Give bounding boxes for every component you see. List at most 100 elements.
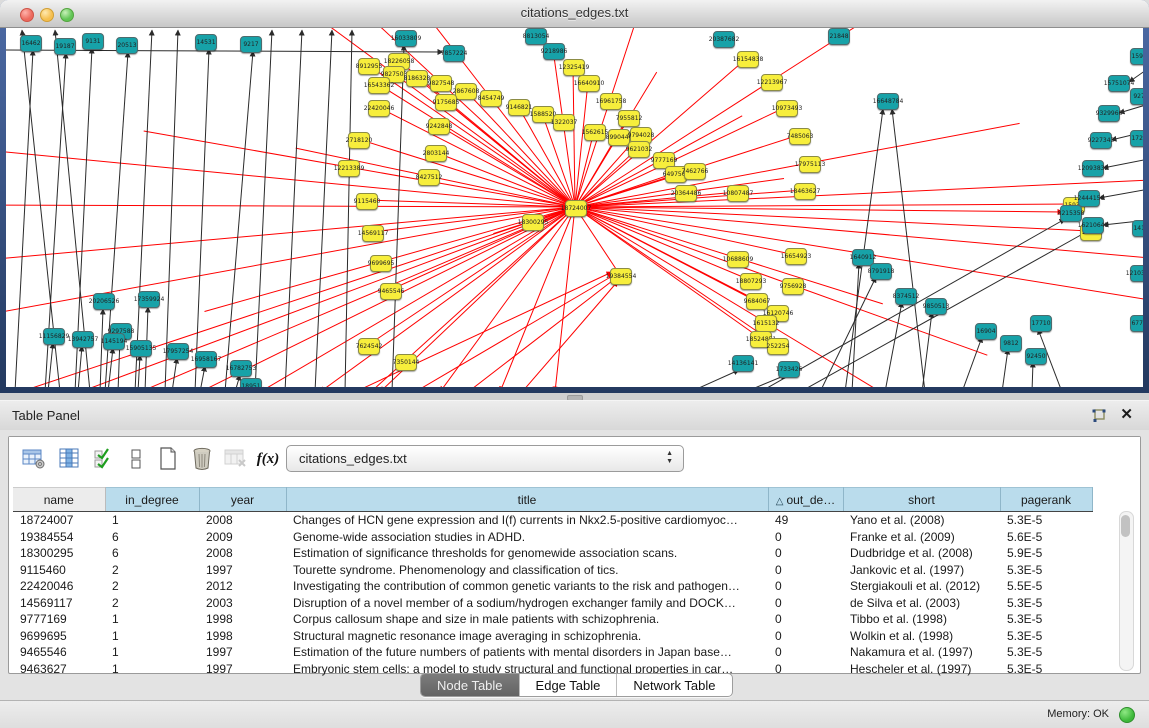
table-row[interactable]: 1872400712008Changes of HCN gene express… [13,512,1092,529]
tab-network-table[interactable]: Network Table [617,674,731,696]
row-height-icon[interactable] [123,446,149,472]
table-scrollbar[interactable] [1119,511,1134,671]
graph-node[interactable]: 20513 [116,37,138,54]
graph-node[interactable]: 9273 [1130,88,1143,105]
graph-node[interactable]: 9684067 [746,293,768,310]
graph-node[interactable]: 10973493 [776,100,798,117]
graph-node[interactable]: 1733426 [778,361,800,378]
graph-node[interactable]: 16961758 [600,93,622,110]
graph-node[interactable]: 9465546 [380,283,402,300]
graph-node[interactable]: 9850513 [925,298,947,315]
network-canvas[interactable]: 1872400789129551822605898275031654336281… [6,28,1143,387]
graph-node[interactable]: 17274 [1130,130,1143,147]
function-builder-icon[interactable]: f(x) [255,446,281,472]
graph-node[interactable]: 20206526 [93,293,115,310]
graph-node[interactable]: 7485063 [789,128,811,145]
graph-node[interactable]: 16543362 [368,77,390,94]
graph-node[interactable]: 16648784 [877,93,899,110]
graph-node[interactable]: 17359924 [138,291,160,308]
column-header-year[interactable]: year [199,488,286,512]
graph-node[interactable]: 17975113 [799,156,821,173]
float-panel-icon[interactable] [1091,408,1107,424]
graph-node[interactable]: 14154 [1132,220,1143,237]
tab-edge-table[interactable]: Edge Table [520,674,618,696]
graph-node[interactable]: 18463627 [794,183,816,200]
graph-node[interactable]: 19384554 [610,268,632,285]
column-chooser-icon[interactable] [57,446,83,472]
graph-node[interactable]: 7350144 [395,354,417,371]
graph-node[interactable]: 8813054 [525,28,547,45]
graph-node[interactable]: 14569117 [362,225,384,242]
graph-node[interactable]: 7624542 [358,338,380,355]
graph-node[interactable]: 22420046 [368,100,390,117]
table-row[interactable]: 969969511998Structural magnetic resonanc… [13,628,1092,645]
graph-node[interactable]: 12444158 [1078,190,1100,207]
delete-table-icon[interactable] [189,446,215,472]
graph-node[interactable]: 18807293 [740,273,762,290]
graph-node[interactable]: 252254 [767,338,789,355]
graph-node[interactable]: 9756928 [782,278,804,295]
graph-node[interactable]: 1562615 [584,124,606,141]
graph-node[interactable]: 9621032 [628,141,650,158]
table-row[interactable]: 911546021997Tourette syndrome. Phenomeno… [13,562,1092,579]
graph-node[interactable]: 12213967 [761,74,783,91]
graph-node[interactable]: 2803144 [425,145,447,162]
graph-node[interactable]: 2718120 [348,132,370,149]
graph-node[interactable]: 9812 [1000,335,1022,352]
table-settings-icon[interactable] [21,446,47,472]
graph-node[interactable]: 2867608 [455,83,477,100]
table-row[interactable]: 1938455462009Genome-wide association stu… [13,529,1092,546]
graph-node[interactable]: 13942757 [72,331,94,348]
column-header-title[interactable]: title [286,488,768,512]
graph-node[interactable]: 8427512 [418,169,440,186]
table-scrollbar-thumb[interactable] [1121,515,1130,537]
select-rows-icon[interactable] [91,446,117,472]
graph-node[interactable]: 1145194 [103,333,125,350]
graph-node[interactable]: 8186328 [406,70,428,87]
table-row[interactable]: 946554611997Estimation of the future num… [13,644,1092,661]
graph-node[interactable]: 1615132 [755,315,777,332]
column-header-in_degree[interactable]: in_degree [105,488,199,512]
graph-node[interactable]: 16958167 [195,351,217,368]
graph-node[interactable]: 7857224 [443,45,465,62]
graph-node[interactable]: 18300295 [522,214,544,231]
graph-node[interactable]: 9217 [240,36,262,53]
graph-node[interactable]: 9175685 [435,94,457,111]
graph-node[interactable]: 17710 [1030,315,1052,332]
graph-node[interactable]: 16033809 [395,30,417,47]
graph-node[interactable]: 9218986 [543,43,565,60]
graph-node[interactable]: 16640910 [578,75,600,92]
graph-node[interactable]: 1322037 [553,114,575,131]
graph-node[interactable]: 15958 [1130,48,1143,65]
table-row[interactable]: 1830029562008Estimation of significance … [13,545,1092,562]
graph-node[interactable]: 16210643 [1082,217,1104,234]
graph-node[interactable]: 8791918 [870,263,892,280]
graph-node[interactable]: 8454749 [480,90,502,107]
graph-node[interactable]: 16462 [20,35,42,52]
graph-node[interactable]: 9227343 [1090,132,1112,149]
graph-node[interactable]: 14531 [195,34,217,51]
graph-node[interactable]: 7955812 [618,110,640,127]
graph-node[interactable]: 8374512 [895,288,917,305]
graph-node[interactable]: 92450 [1025,348,1047,365]
graph-node[interactable]: 20387682 [713,31,735,48]
graph-node[interactable]: 9699695 [370,255,392,272]
new-table-icon[interactable] [155,446,181,472]
graph-node[interactable]: 12325419 [563,59,585,76]
graph-node[interactable]: 9131 [82,33,104,50]
column-header-name[interactable]: name [13,488,105,512]
table-row[interactable]: 1456911722003Disruption of a novel membe… [13,595,1092,612]
graph-node[interactable]: 9146821 [508,99,530,116]
graph-node[interactable]: 15905135 [130,340,152,357]
table-row[interactable]: 2242004622012Investigating the contribut… [13,578,1092,595]
table-row[interactable]: 977716911998Corpus callosum shape and si… [13,611,1092,628]
graph-node[interactable]: 9115460 [356,193,378,210]
graph-node[interactable]: 20364486 [675,185,697,202]
graph-node[interactable]: 11156829 [43,328,65,345]
graph-node[interactable]: 9242848 [428,118,450,135]
tab-node-table[interactable]: Node Table [421,674,520,696]
column-header-pagerank[interactable]: pagerank [1000,488,1092,512]
graph-node[interactable]: 14136141 [732,355,754,372]
graph-node[interactable]: 18951 [240,378,262,387]
graph-node[interactable]: 21848 [828,28,850,45]
